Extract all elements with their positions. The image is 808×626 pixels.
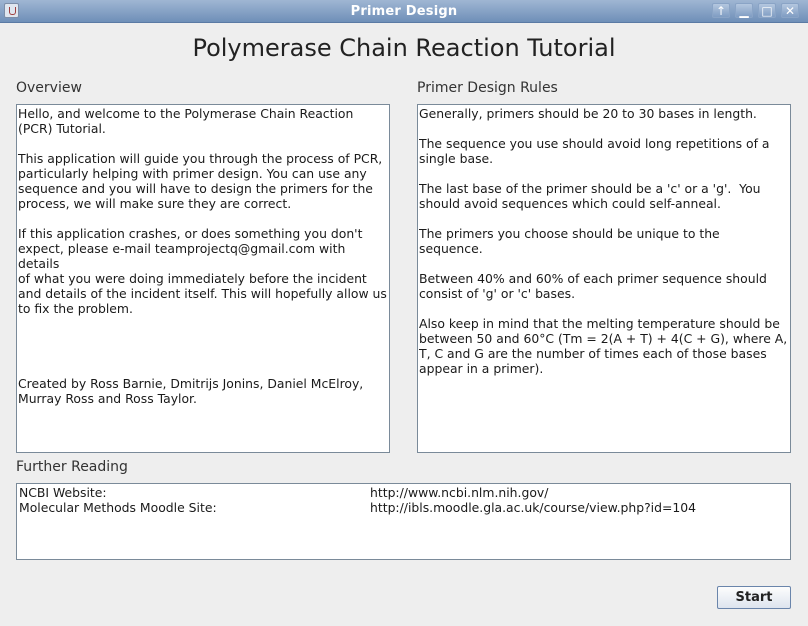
- pin-icon[interactable]: ↑: [712, 3, 730, 18]
- overview-text-area[interactable]: Hello, and welcome to the Polymerase Cha…: [16, 104, 390, 453]
- credits-paragraph: Created by Ross Barnie, Dmitrijs Jonins,…: [18, 376, 364, 406]
- page-title: Polymerase Chain Reaction Tutorial: [192, 34, 616, 62]
- window-title: Primer Design: [350, 4, 458, 19]
- reading-url[interactable]: http://www.ncbi.nlm.nih.gov/: [370, 485, 548, 500]
- rule-paragraph: Between 40% and 60% of each primer seque…: [419, 271, 767, 301]
- rule-paragraph: The sequence you use should avoid long r…: [419, 136, 770, 166]
- rule-paragraph: The primers you choose should be unique …: [419, 226, 720, 256]
- start-button[interactable]: Start: [717, 586, 791, 609]
- overview-paragraph: If this application crashes, or does som…: [18, 226, 387, 316]
- overview-paragraph: This application will guide you through …: [18, 151, 383, 211]
- overview-paragraph: Hello, and welcome to the Polymerase Cha…: [18, 106, 354, 136]
- rules-text-area[interactable]: Generally, primers should be 20 to 30 ba…: [417, 104, 791, 453]
- rule-paragraph: The last base of the primer should be a …: [419, 181, 761, 211]
- reading-url[interactable]: http://ibls.moodle.gla.ac.uk/course/view…: [370, 500, 696, 515]
- rule-paragraph: Also keep in mind that the melting tempe…: [419, 316, 788, 376]
- reading-name: Molecular Methods Moodle Site:: [19, 500, 217, 515]
- further-reading-label: Further Reading: [16, 459, 128, 475]
- reading-row[interactable]: Molecular Methods Moodle Site: http://ib…: [18, 500, 789, 515]
- rule-paragraph: Generally, primers should be 20 to 30 ba…: [419, 106, 757, 121]
- reading-name: NCBI Website:: [19, 485, 107, 500]
- maximize-icon[interactable]: □: [758, 3, 776, 18]
- rules-label: Primer Design Rules: [417, 80, 558, 96]
- window-titlebar[interactable]: Primer Design ↑ ▁ □ ✕: [0, 0, 808, 23]
- minimize-icon[interactable]: ▁: [735, 3, 753, 18]
- close-icon[interactable]: ✕: [781, 3, 799, 18]
- further-reading-list[interactable]: NCBI Website: http://www.ncbi.nlm.nih.go…: [16, 483, 791, 560]
- reading-row[interactable]: NCBI Website: http://www.ncbi.nlm.nih.go…: [18, 485, 789, 500]
- overview-label: Overview: [16, 80, 82, 96]
